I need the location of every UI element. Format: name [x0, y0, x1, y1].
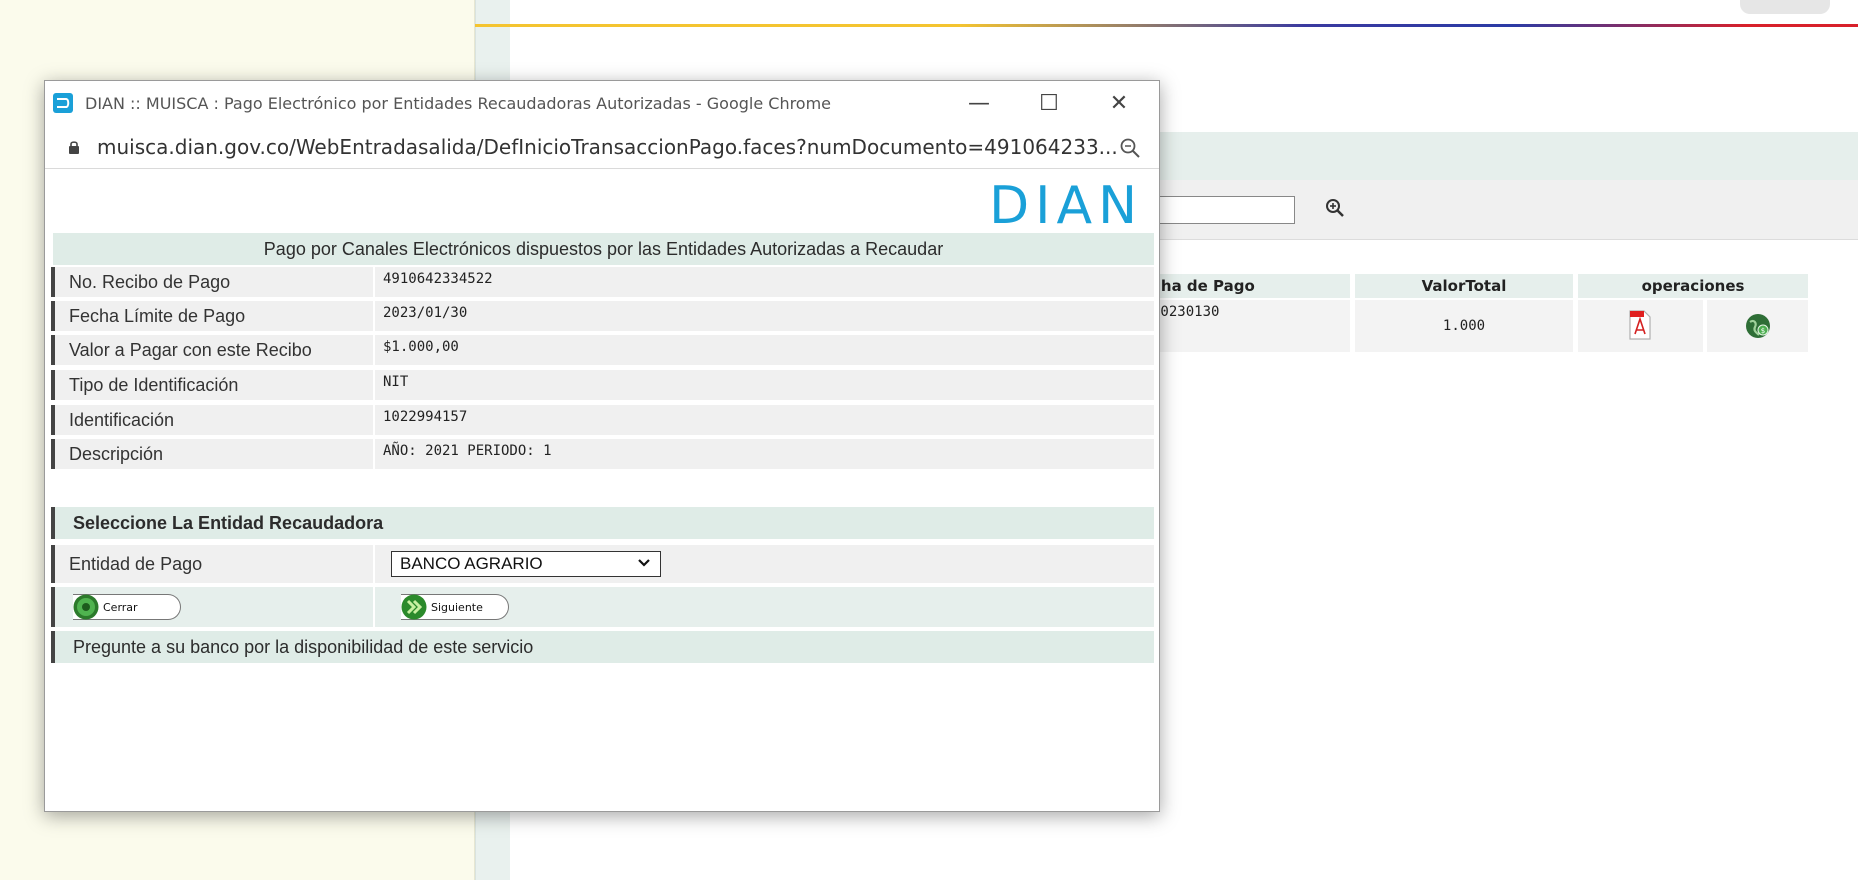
svg-text:DIAN: DIAN — [989, 179, 1143, 229]
entity-select[interactable]: BANCO AGRARIO — [391, 551, 661, 577]
field-value: NIT — [375, 370, 1154, 400]
table-header-fecha: cha de Pago — [1150, 274, 1350, 298]
dian-logo: DIAN — [989, 179, 1143, 229]
field-row: Identificación 1022994157 — [51, 405, 1154, 435]
close-circle-icon — [73, 594, 99, 620]
table-cell-valor: 1.000 — [1355, 300, 1573, 352]
entity-row: Entidad de Pago BANCO AGRARIO — [51, 545, 1154, 583]
pdf-icon[interactable] — [1628, 310, 1652, 340]
pay-icon[interactable]: $ — [1745, 313, 1771, 339]
address-bar[interactable]: muisca.dian.gov.co/WebEntradasalida/DefI… — [45, 125, 1159, 169]
pay-cell: $ — [1707, 300, 1808, 352]
section-heading: Pago por Canales Electrónicos dispuestos… — [53, 233, 1154, 265]
pdf-cell — [1578, 300, 1703, 352]
popup-window: DIAN :: MUISCA : Pago Electrónico por En… — [44, 80, 1160, 812]
minimize-button[interactable]: — — [953, 85, 1005, 121]
window-titlebar: DIAN :: MUISCA : Pago Electrónico por En… — [45, 81, 1159, 125]
close-button-label: Cerrar — [103, 600, 138, 614]
table-header-operaciones: operaciones — [1578, 274, 1808, 298]
popup-content: DIAN Pago por Canales Electrónicos dispu… — [45, 169, 1159, 811]
field-label: Valor a Pagar con este Recibo — [51, 335, 373, 365]
field-value: 2023/01/30 — [375, 301, 1154, 331]
field-label: Tipo de Identificación — [51, 370, 373, 400]
field-row: Valor a Pagar con este Recibo $1.000,00 — [51, 335, 1154, 365]
table-header-valor: ValorTotal — [1355, 274, 1573, 298]
svg-text:$: $ — [1761, 327, 1765, 335]
field-value: 4910642334522 — [375, 267, 1154, 297]
entity-selected-text: BANCO AGRARIO — [400, 554, 543, 573]
field-value: $1.000,00 — [375, 335, 1154, 365]
field-value: 1022994157 — [375, 405, 1154, 435]
search-input[interactable] — [1150, 196, 1295, 224]
next-button-label: Siguiente — [431, 600, 483, 614]
field-row: Tipo de Identificación NIT — [51, 370, 1154, 400]
double-chevron-right-icon — [401, 594, 427, 620]
field-row: Descripción AÑO: 2021 PERIODO: 1 — [51, 439, 1154, 469]
table-cell-fecha: 20230130 — [1150, 300, 1350, 352]
footer-note: Pregunte a su banco por la disponibilida… — [51, 631, 1154, 663]
top-right-tab — [1740, 0, 1830, 14]
close-button[interactable]: Cerrar — [73, 594, 181, 620]
field-label: Identificación — [51, 405, 373, 435]
lock-icon — [69, 141, 79, 154]
field-row: No. Recibo de Pago 4910642334522 — [51, 267, 1154, 297]
field-row: Fecha Límite de Pago 2023/01/30 — [51, 301, 1154, 331]
dian-app-icon — [53, 93, 73, 113]
field-label: Descripción — [51, 439, 373, 469]
buttons-row: Cerrar Siguiente — [51, 587, 1154, 627]
window-title: DIAN :: MUISCA : Pago Electrónico por En… — [85, 94, 832, 113]
zoom-icon[interactable] — [1119, 137, 1141, 159]
entity-label: Entidad de Pago — [51, 545, 373, 583]
url-text[interactable]: muisca.dian.gov.co/WebEntradasalida/DefI… — [97, 135, 1118, 159]
maximize-button[interactable]: ☐ — [1023, 85, 1075, 121]
search-icon — [1326, 198, 1344, 217]
search-button[interactable] — [1320, 194, 1350, 224]
field-label: Fecha Límite de Pago — [51, 301, 373, 331]
section-band — [1150, 132, 1858, 180]
close-window-button[interactable]: ✕ — [1093, 85, 1145, 121]
chevron-down-icon — [638, 559, 650, 567]
field-label: No. Recibo de Pago — [51, 267, 373, 297]
select-entity-heading: Seleccione La Entidad Recaudadora — [51, 507, 1154, 539]
field-value: AÑO: 2021 PERIODO: 1 — [375, 439, 1154, 469]
next-button[interactable]: Siguiente — [401, 594, 509, 620]
tricolor-header-line — [475, 24, 1858, 27]
